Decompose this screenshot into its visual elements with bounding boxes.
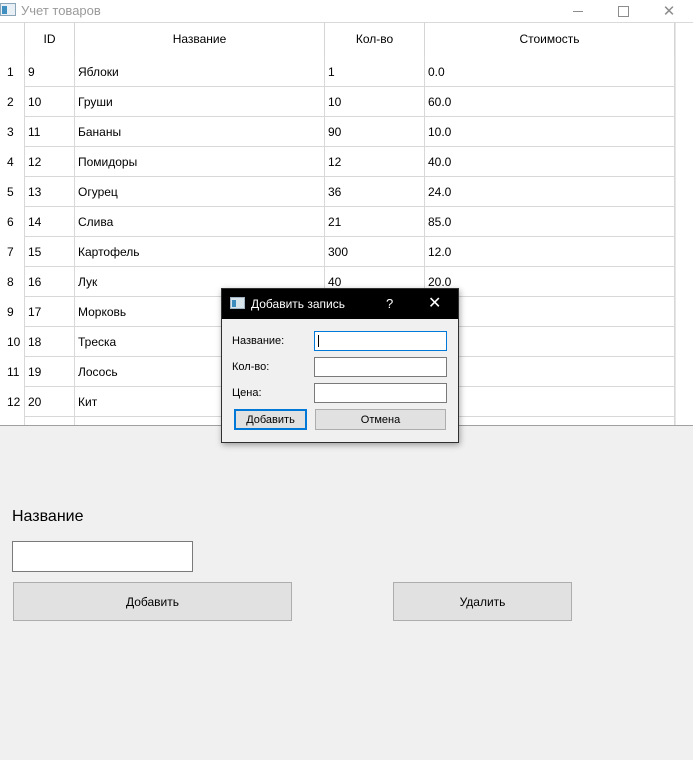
column-header-name[interactable]: Название xyxy=(75,23,325,57)
table-row[interactable]: 4 12 Помидоры 12 40.0 xyxy=(0,147,675,177)
cell-name[interactable]: Груши xyxy=(75,87,325,117)
dialog-title: Добавить запись xyxy=(251,297,345,311)
row-header[interactable]: 1 xyxy=(0,57,25,87)
row-header[interactable]: 10 xyxy=(0,327,25,357)
row-header[interactable]: 8 xyxy=(0,267,25,297)
cell-cost[interactable] xyxy=(425,387,675,417)
cell-id[interactable]: 13 xyxy=(25,177,75,207)
table-row[interactable]: 2 10 Груши 10 60.0 xyxy=(0,87,675,117)
dialog-qty-input[interactable] xyxy=(314,357,447,377)
cell-id[interactable]: 19 xyxy=(25,357,75,387)
cell-cost[interactable] xyxy=(425,327,675,357)
row-header[interactable]: 3 xyxy=(0,117,25,147)
table-row[interactable]: 6 14 Слива 21 85.0 xyxy=(0,207,675,237)
cell-cost[interactable]: 85.0 xyxy=(425,207,675,237)
row-header[interactable]: 6 xyxy=(0,207,25,237)
cell-id[interactable]: 14 xyxy=(25,207,75,237)
dialog-qty-label: Кол-во: xyxy=(232,361,270,373)
cell-id[interactable]: 9 xyxy=(25,57,75,87)
row-header[interactable]: 11 xyxy=(0,357,25,387)
table-corner-button[interactable] xyxy=(0,23,25,57)
column-header-qty[interactable]: Кол-во xyxy=(325,23,425,57)
dialog-name-input[interactable] xyxy=(314,331,447,351)
table-row[interactable]: 5 13 Огурец 36 24.0 xyxy=(0,177,675,207)
cell-cost[interactable]: 40.0 xyxy=(425,147,675,177)
window-title: Учет товаров xyxy=(21,3,101,18)
column-header-cost[interactable]: Стоимость xyxy=(425,23,675,57)
dialog-cancel-button[interactable]: Отмена xyxy=(315,409,446,430)
vertical-scrollbar[interactable] xyxy=(675,23,693,425)
row-header[interactable]: 13 xyxy=(0,417,25,425)
name-input[interactable] xyxy=(12,541,193,572)
cell-cost[interactable]: 10.0 xyxy=(425,117,675,147)
dialog-titlebar: Добавить запись ? ✕ xyxy=(222,289,458,319)
dialog-app-icon xyxy=(230,297,245,309)
row-header[interactable]: 7 xyxy=(0,237,25,267)
app-icon xyxy=(0,3,16,16)
cell-qty[interactable]: 10 xyxy=(325,87,425,117)
cell-id[interactable]: 20 xyxy=(25,387,75,417)
close-icon: ✕ xyxy=(662,3,676,20)
text-caret xyxy=(318,335,319,347)
cell-qty[interactable]: 300 xyxy=(325,237,425,267)
cell-id[interactable]: 17 xyxy=(25,297,75,327)
cell-name[interactable]: Огурец xyxy=(75,177,325,207)
dialog-add-button[interactable]: Добавить xyxy=(234,409,307,430)
cell-id[interactable]: 16 xyxy=(25,267,75,297)
name-label: Название xyxy=(12,508,84,525)
cell-id[interactable]: 18 xyxy=(25,327,75,357)
minimize-icon xyxy=(573,10,583,12)
cell-qty[interactable]: 12 xyxy=(325,147,425,177)
table-header: ID Название Кол-во Стоимость xyxy=(0,23,693,57)
cell-cost[interactable]: 60.0 xyxy=(425,87,675,117)
cell-id[interactable]: 21 xyxy=(25,417,75,425)
delete-button[interactable]: Удалить xyxy=(393,582,572,621)
row-header[interactable]: 4 xyxy=(0,147,25,177)
cell-name[interactable]: Яблоки xyxy=(75,57,325,87)
help-button[interactable]: ? xyxy=(386,296,393,311)
cell-id[interactable]: 10 xyxy=(25,87,75,117)
table-row[interactable]: 3 11 Бананы 90 10.0 xyxy=(0,117,675,147)
cell-cost[interactable]: 12.0 xyxy=(425,237,675,267)
cell-cost[interactable]: 0.0 xyxy=(425,57,675,87)
dialog-price-input[interactable] xyxy=(314,383,447,403)
cell-cost[interactable] xyxy=(425,417,675,425)
cell-cost[interactable] xyxy=(425,297,675,327)
cell-id[interactable]: 12 xyxy=(25,147,75,177)
cell-qty[interactable]: 90 xyxy=(325,117,425,147)
row-header[interactable]: 12 xyxy=(0,387,25,417)
column-header-id[interactable]: ID xyxy=(25,23,75,57)
cell-cost[interactable]: 20.0 xyxy=(425,267,675,297)
close-button[interactable]: ✕ xyxy=(646,0,692,22)
table-row[interactable]: 1 9 Яблоки 1 0.0 xyxy=(0,57,675,87)
maximize-icon xyxy=(617,5,629,17)
row-header[interactable]: 2 xyxy=(0,87,25,117)
cell-cost[interactable] xyxy=(425,357,675,387)
cell-qty[interactable]: 36 xyxy=(325,177,425,207)
dialog-price-label: Цена: xyxy=(232,387,262,399)
cell-name[interactable]: Слива xyxy=(75,207,325,237)
cell-qty[interactable]: 1 xyxy=(325,57,425,87)
table-row[interactable]: 7 15 Картофель 300 12.0 xyxy=(0,237,675,267)
add-button[interactable]: Добавить xyxy=(13,582,292,621)
cell-qty[interactable]: 21 xyxy=(325,207,425,237)
cell-name[interactable]: Бананы xyxy=(75,117,325,147)
cell-id[interactable]: 15 xyxy=(25,237,75,267)
cell-name[interactable]: Картофель xyxy=(75,237,325,267)
cell-cost[interactable]: 24.0 xyxy=(425,177,675,207)
maximize-button[interactable] xyxy=(600,0,646,22)
add-record-dialog: Добавить запись ? ✕ Название: Кол-во: Це… xyxy=(221,288,459,443)
cell-name[interactable]: Помидоры xyxy=(75,147,325,177)
window-titlebar: Учет товаров ✕ xyxy=(0,0,693,22)
cell-id[interactable]: 11 xyxy=(25,117,75,147)
minimize-button[interactable] xyxy=(555,0,601,22)
row-header[interactable]: 9 xyxy=(0,297,25,327)
row-header[interactable]: 5 xyxy=(0,177,25,207)
dialog-close-button[interactable]: ✕ xyxy=(428,293,441,313)
dialog-name-label: Название: xyxy=(232,335,285,347)
